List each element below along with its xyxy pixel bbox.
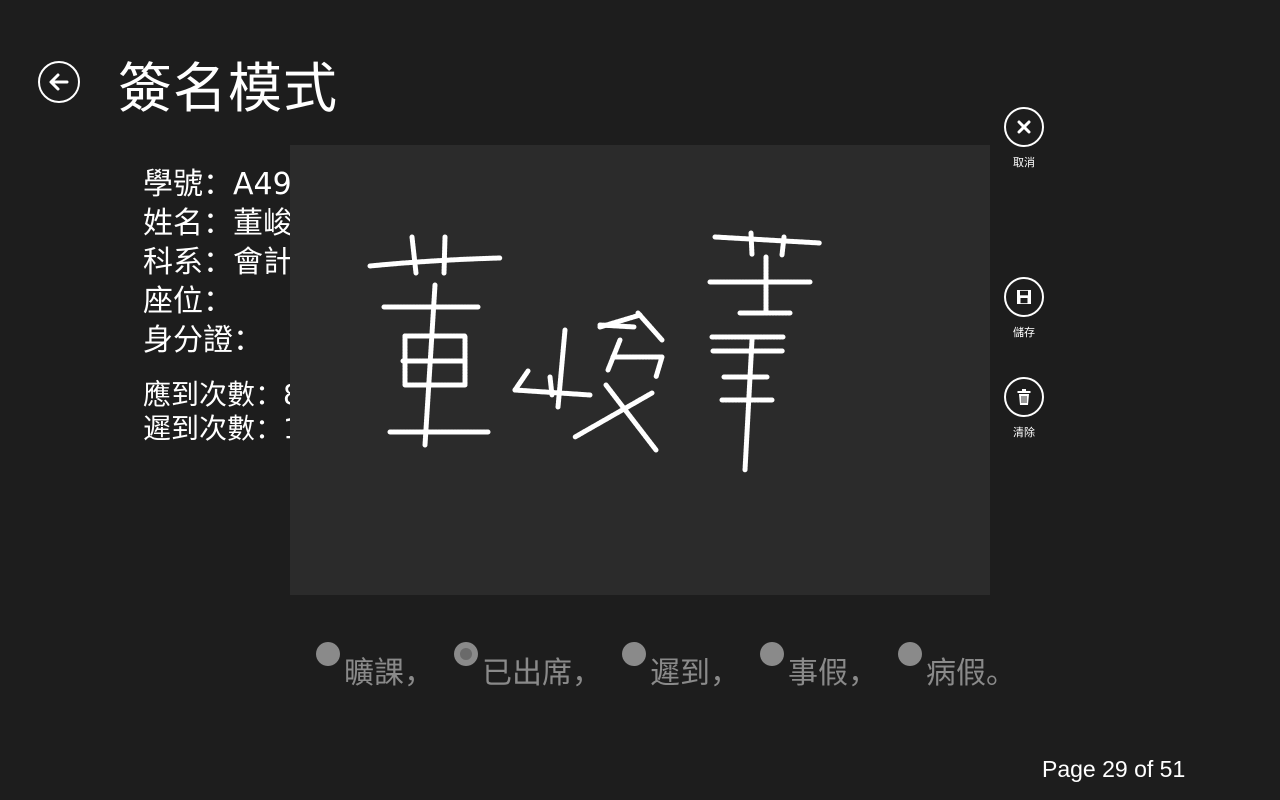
status-option-label: 事假，: [788, 656, 878, 691]
arrow-left-icon: [49, 73, 69, 91]
id-card-row: 身分證：: [143, 321, 293, 360]
close-icon: [1017, 120, 1031, 134]
department-label: 科系：: [143, 245, 233, 280]
save-label: 儲存: [1013, 326, 1035, 339]
cancel-button[interactable]: 取消: [1000, 107, 1048, 170]
seat-label: 座位：: [143, 284, 233, 319]
status-option-sick-leave[interactable]: 病假。: [898, 640, 1016, 692]
required-count-row: 應到次數：8: [143, 378, 301, 412]
floppy-disk-icon: [1017, 290, 1031, 304]
radio-button[interactable]: [760, 642, 784, 666]
student-id-label: 學號：: [143, 167, 233, 202]
department-row: 科系：會計: [143, 243, 293, 282]
save-button-circle: [1004, 277, 1044, 317]
signature-pad[interactable]: [290, 145, 990, 595]
late-count-label: 遲到次數：: [143, 412, 284, 445]
page-title: 簽名模式: [118, 57, 338, 120]
student-name-row: 姓名：董峻: [143, 204, 293, 243]
clear-button[interactable]: 清除: [1000, 377, 1048, 440]
radio-button-selected[interactable]: [454, 642, 478, 666]
late-count-row: 遲到次數：1: [143, 412, 301, 446]
clear-button-circle: [1004, 377, 1044, 417]
status-option-absent[interactable]: 曠課，: [316, 640, 434, 692]
status-option-label: 已出席，: [482, 656, 602, 691]
clear-label: 清除: [1013, 426, 1035, 439]
handwritten-signature: [367, 230, 823, 473]
status-option-present[interactable]: 已出席，: [454, 640, 602, 692]
cancel-button-circle: [1004, 107, 1044, 147]
radio-button[interactable]: [622, 642, 646, 666]
department-value: 會計: [233, 245, 293, 280]
status-option-label: 曠課，: [344, 656, 434, 691]
back-button[interactable]: [38, 61, 80, 103]
status-option-late[interactable]: 遲到，: [622, 640, 740, 692]
student-id-row: 學號：A49: [143, 165, 293, 204]
student-id-value: A49: [233, 167, 292, 202]
page-indicator: Page 29 of 51: [1042, 756, 1186, 782]
save-button[interactable]: 儲存: [1000, 277, 1048, 340]
radio-button[interactable]: [316, 642, 340, 666]
status-option-label: 病假。: [926, 656, 1016, 691]
radio-button[interactable]: [898, 642, 922, 666]
status-option-label: 遲到，: [650, 656, 740, 691]
student-name-value: 董峻: [233, 206, 293, 241]
cancel-label: 取消: [1013, 156, 1035, 169]
id-card-label: 身分證：: [143, 323, 263, 358]
trash-icon: [1017, 389, 1031, 405]
student-name-label: 姓名：: [143, 206, 233, 241]
seat-row: 座位：: [143, 282, 293, 321]
required-count-label: 應到次數：: [143, 378, 284, 411]
attendance-info: 應到次數：8 遲到次數：1: [143, 378, 301, 446]
student-info: 學號：A49 姓名：董峻 科系：會計 座位： 身分證：: [143, 165, 293, 360]
status-option-personal-leave[interactable]: 事假，: [760, 640, 878, 692]
attendance-status-group: 曠課， 已出席， 遲到， 事假， 病假。: [316, 640, 1016, 692]
